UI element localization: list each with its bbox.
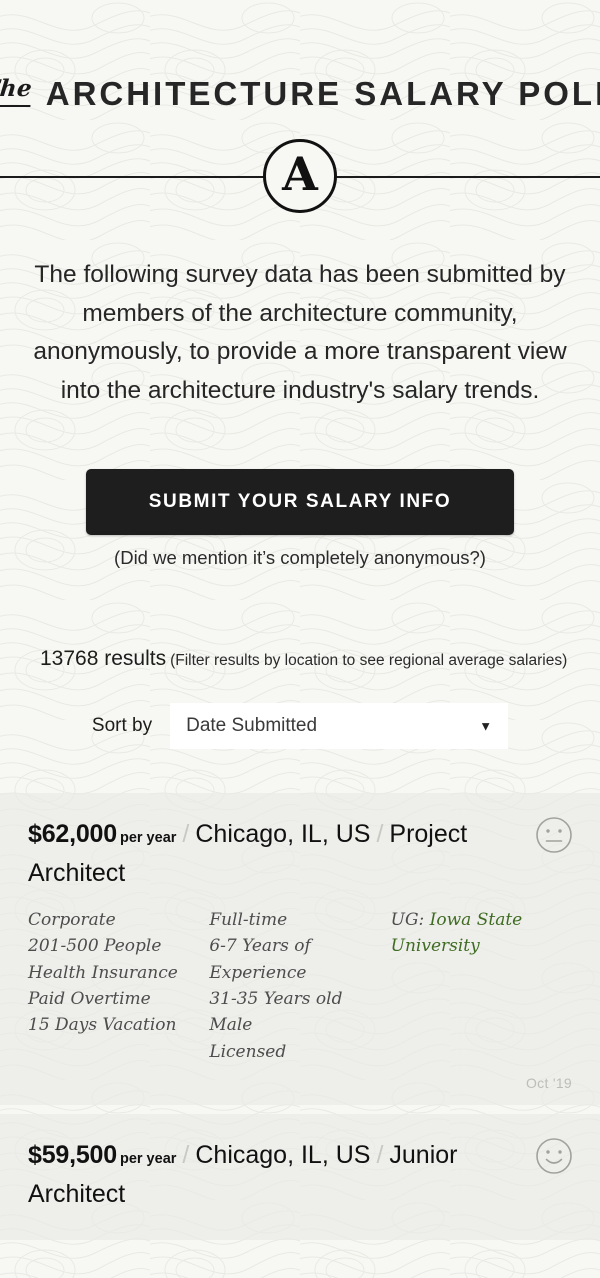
page-title: ARCHITECTURE SALARY POLL [45, 75, 600, 112]
location-label: Chicago, IL, US [195, 1140, 371, 1169]
detail-column-experience: Full-time 6-7 Years of Experience 31-35 … [209, 907, 390, 1065]
sort-control-row: Sort by Date Submitted ▼ [0, 702, 600, 749]
submission-date: Oct '19 [525, 1074, 572, 1091]
page-root: The ARCHITECTURE SALARY POLL A The follo… [0, 0, 600, 1278]
detail-item: 6-7 Years of Experience [209, 936, 311, 983]
results-summary: 13768 results (Filter results by location… [0, 647, 600, 671]
result-headline: $59,500 per year / Chicago, IL, US / Junior A… [28, 1136, 572, 1214]
cta-section: SUBMIT YOUR SALARY INFO (Did we mention … [0, 468, 600, 569]
detail-item: Full-time [209, 909, 288, 930]
headline-separator-2: / [376, 1140, 384, 1169]
results-list: $62,000 per year / Chicago, IL, US / Project … [0, 792, 600, 1240]
salary-period: per year [119, 829, 177, 846]
masthead-rule-area: A [0, 132, 600, 220]
detail-item: Male [209, 1015, 253, 1036]
detail-item: 201-500 People [28, 936, 162, 957]
submit-salary-button[interactable]: SUBMIT YOUR SALARY INFO [86, 468, 514, 535]
result-detail-columns: Corporate 201-500 People Health Insuranc… [28, 907, 572, 1065]
headline-separator-2: / [376, 819, 384, 848]
cta-note: (Did we mention it’s completely anonymou… [114, 546, 486, 568]
masthead-the-word: The [0, 75, 34, 107]
smiley-face-icon [536, 1138, 572, 1174]
intro-paragraph: The following survey data has been submi… [33, 261, 567, 405]
salary-period: per year [119, 1150, 177, 1167]
salary-amount: $62,000 [28, 819, 117, 848]
detail-item: Corporate [28, 909, 116, 930]
sort-by-label: Sort by [91, 714, 153, 736]
sort-select[interactable]: Date Submitted ▼ [170, 702, 509, 749]
detail-column-employment: Corporate 201-500 People Health Insuranc… [28, 907, 209, 1065]
result-card[interactable]: $59,500 per year / Chicago, IL, US / Junior A… [0, 1113, 600, 1240]
site-logo: A [263, 139, 337, 213]
results-filter-hint: (Filter results by location to see regio… [170, 651, 568, 669]
site-masthead: The ARCHITECTURE SALARY POLL [0, 0, 600, 110]
detail-item: 31-35 Years old [209, 988, 343, 1009]
result-card[interactable]: $62,000 per year / Chicago, IL, US / Project … [0, 792, 600, 1105]
headline-separator-1: / [182, 819, 190, 848]
result-headline: $62,000 per year / Chicago, IL, US / Project … [28, 815, 572, 893]
detail-item: Licensed [209, 1041, 287, 1062]
headline-separator-1: / [182, 1140, 190, 1169]
location-label: Chicago, IL, US [195, 819, 371, 848]
detail-item: 15 Days Vacation [28, 1015, 177, 1036]
chevron-down-icon: ▼ [479, 718, 493, 734]
detail-item: Health Insurance [28, 962, 178, 983]
detail-item: Paid Overtime [28, 988, 151, 1009]
undergrad-label: UG: [390, 909, 425, 930]
logo-letter-a: A [282, 147, 318, 201]
salary-amount: $59,500 [28, 1140, 117, 1169]
results-count: 13768 results [40, 646, 167, 670]
detail-column-education: UG: Iowa State University [391, 907, 572, 1065]
neutral-face-icon [536, 817, 572, 853]
sort-selected-value: Date Submitted [186, 714, 318, 736]
